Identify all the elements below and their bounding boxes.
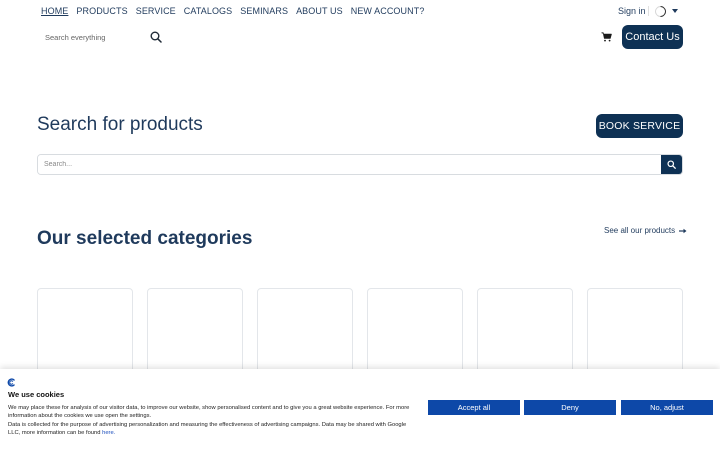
see-all-products-link[interactable]: See all our products — [604, 226, 687, 236]
cookie-banner: We use cookies We may place these for an… — [0, 369, 720, 450]
divider — [648, 6, 649, 16]
nav-home[interactable]: HOME — [41, 5, 68, 17]
main-nav: HOME PRODUCTS SERVICE CATALOGS SEMINARS … — [41, 5, 432, 17]
book-service-button[interactable]: BOOK SERVICE — [596, 114, 683, 138]
nav-about-us[interactable]: ABOUT US — [296, 5, 343, 17]
nav-seminars[interactable]: SEMINARS — [240, 5, 288, 17]
product-search-button[interactable] — [661, 155, 682, 174]
nav-catalogs[interactable]: CATALOGS — [184, 5, 232, 17]
cart-icon[interactable] — [601, 32, 612, 42]
header-search-input[interactable] — [41, 32, 141, 42]
see-all-label: See all our products — [604, 226, 676, 235]
loading-spinner-icon — [652, 3, 669, 19]
nav-service[interactable]: SERVICE — [136, 5, 176, 17]
language-selector[interactable] — [648, 3, 682, 19]
sign-in-link[interactable]: Sign in — [618, 5, 646, 17]
nav-new-account[interactable]: NEW ACCOUNT? — [351, 5, 425, 17]
cookie-title: We use cookies — [8, 390, 65, 399]
arrow-right-icon — [679, 228, 687, 234]
search-icon[interactable] — [150, 31, 162, 43]
contact-us-button[interactable]: Contact Us — [622, 25, 683, 49]
cookie-text: We may place these for analysis of our v… — [8, 404, 418, 437]
cookie-consent-logo-icon — [7, 378, 15, 387]
search-heading: Search for products — [37, 114, 203, 135]
product-search-input[interactable] — [38, 155, 661, 174]
accept-all-button[interactable]: Accept all — [428, 400, 520, 415]
adjust-button[interactable]: No, adjust — [621, 400, 713, 415]
cookie-text-1: We may place these for analysis of our v… — [8, 405, 410, 420]
product-search — [37, 154, 683, 175]
chevron-down-icon — [672, 9, 678, 13]
cookie-text-2: Data is collected for the purpose of adv… — [8, 421, 407, 436]
deny-button[interactable]: Deny — [524, 400, 616, 415]
header-search — [41, 28, 165, 46]
cookie-more-info-link[interactable]: here. — [102, 430, 115, 436]
categories-heading: Our selected categories — [37, 228, 253, 249]
nav-products[interactable]: PRODUCTS — [76, 5, 127, 17]
search-icon — [667, 160, 676, 169]
